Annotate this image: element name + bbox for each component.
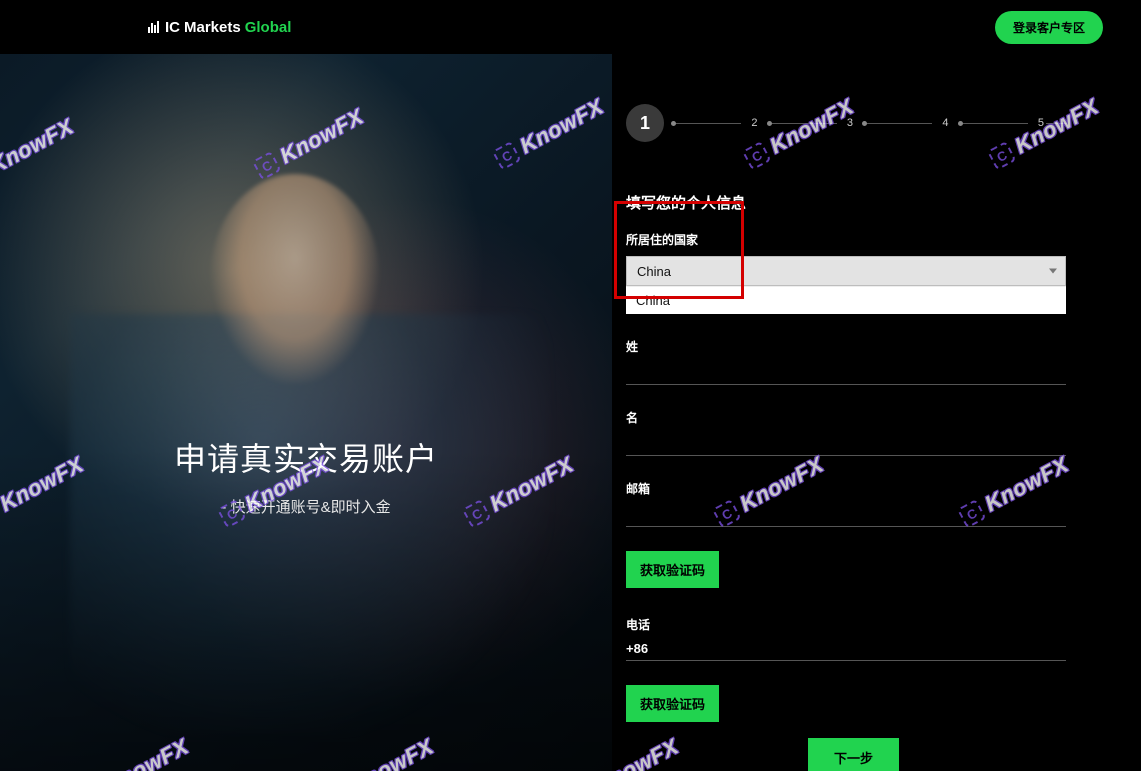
login-button[interactable]: 登录客户专区 [995,11,1103,44]
step-segment [770,123,837,124]
first-name-label: 名 [626,409,1066,426]
next-step-button[interactable]: 下一步 [808,738,899,771]
step-segment [674,123,741,124]
last-name-field: 姓 [626,338,1066,385]
country-selected-value: China [637,264,671,279]
first-name-input[interactable] [626,434,1066,456]
phone-label: 电话 [626,616,1066,633]
phone-prefix[interactable]: +86 [626,641,1066,661]
step-segment [961,123,1028,124]
first-name-field: 名 [626,409,1066,456]
country-option-text: China [636,293,670,308]
step-tail [1046,123,1066,124]
step-segment [865,123,932,124]
next-button-wrap: 下一步 [808,738,899,771]
brand-prefix: IC [165,19,180,36]
step-number: 3 [843,117,855,129]
brand-main: Markets [184,19,241,36]
step-number: 4 [938,117,950,129]
hero-subtitle: - 快速开通账号&即时入金 [0,496,612,517]
get-phone-code-button[interactable]: 获取验证码 [626,685,719,722]
hero-photo-shirt [70,314,550,734]
brand-logo: IC Markets Global [148,19,291,36]
last-name-label: 姓 [626,338,1066,355]
country-select[interactable]: China [626,256,1066,286]
email-field: 邮箱 [626,480,1066,527]
email-input[interactable] [626,505,1066,527]
logo-bars-icon [148,21,159,33]
progress-stepper: 1 2 3 4 5 [626,104,1066,142]
hero-photo-face [210,174,380,384]
hero-text-block: 申请真实交易账户 - 快速开通账号&即时入金 [0,434,612,517]
step-number: 5 [1034,117,1046,129]
email-label: 邮箱 [626,480,1066,497]
app-header: IC Markets Global 登录客户专区 [0,0,1141,54]
country-field: 所居住的国家 China China [626,231,1066,314]
phone-field: 电话 +86 [626,616,1066,661]
step-current-number: 1 [640,113,650,134]
form-section-title: 填写您的个人信息 [626,192,1066,213]
step-number: 2 [747,117,759,129]
step-current-circle: 1 [626,104,664,142]
brand-suffix: Global [245,19,292,36]
get-email-code-button[interactable]: 获取验证码 [626,551,719,588]
country-dropdown-option[interactable]: China [626,286,1066,314]
hero-panel: 申请真实交易账户 - 快速开通账号&即时入金 [0,54,612,771]
country-label: 所居住的国家 [626,231,1066,248]
chevron-down-icon [1049,269,1057,274]
last-name-input[interactable] [626,363,1066,385]
signup-form: 1 2 3 4 5 填写您的个人信息 所居住的国家 China China 姓 … [626,104,1066,750]
hero-title: 申请真实交易账户 [0,434,612,480]
